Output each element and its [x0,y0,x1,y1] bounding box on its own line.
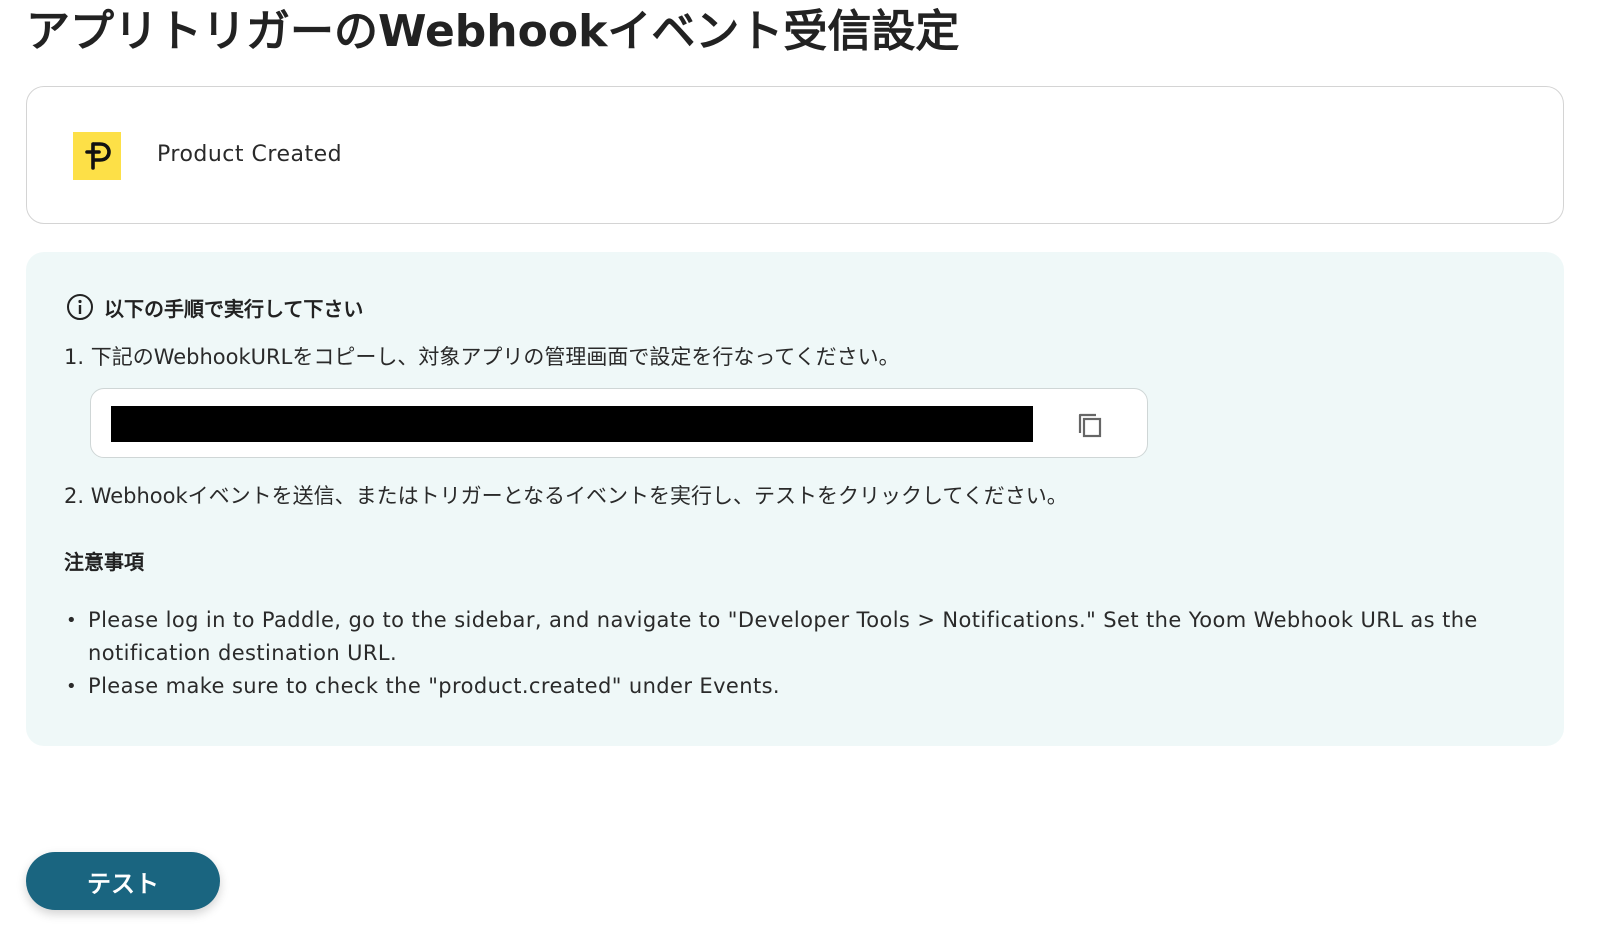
list-item: • Please log in to Paddle, go to the sid… [64,604,1534,670]
webhook-url-field[interactable] [90,388,1148,458]
instructions-panel: 以下の手順で実行して下さい 1. 下記のWebhookURLをコピーし、対象アプ… [26,252,1564,746]
step-1-text: 1. 下記のWebhookURLをコピーし、対象アプリの管理画面で設定を行なって… [64,345,900,369]
instructions-heading-text: 以下の手順で実行して下さい [104,296,364,321]
bullet: • [66,610,78,631]
trigger-card: Product Created [26,86,1564,224]
trigger-event-name: Product Created [157,142,343,167]
instructions-heading: 以下の手順で実行して下さい [66,292,363,322]
paddle-logo-icon [73,132,121,180]
note-text: Please make sure to check the "product.c… [88,674,781,698]
page-title: アプリトリガーのWebhookイベント受信設定 [26,6,960,57]
notes-list: • Please log in to Paddle, go to the sid… [64,604,1534,703]
step-2-text: 2. Webhookイベントを送信、またはトリガーとなるイベントを実行し、テスト… [64,484,1068,508]
info-icon [66,293,104,321]
test-button[interactable]: テスト [26,852,220,910]
list-item: • Please make sure to check the "product… [64,670,1534,703]
bullet: • [66,676,78,697]
notes-title: 注意事項 [64,550,144,574]
note-text: Please log in to Paddle, go to the sideb… [88,608,1478,665]
webhook-settings-page: アプリトリガーのWebhookイベント受信設定 Product Created … [0,0,1600,929]
webhook-url-value[interactable] [111,406,1033,442]
